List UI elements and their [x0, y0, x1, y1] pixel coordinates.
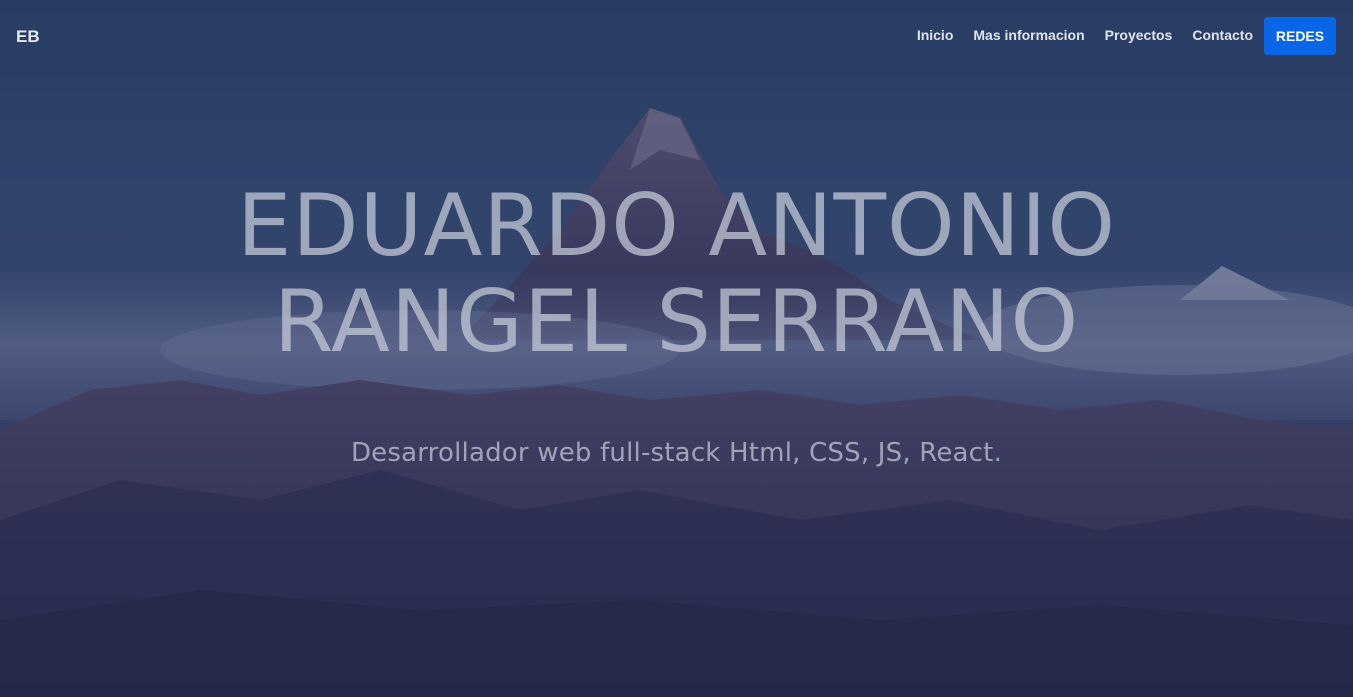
hero-title: EDUARDO ANTONIO RANGEL SERRANO [0, 178, 1353, 370]
navbar: EB Inicio Mas informacion Proyectos Cont… [0, 0, 1353, 72]
hero-section: EB Inicio Mas informacion Proyectos Cont… [0, 0, 1353, 697]
hero-title-line-2: RANGEL SERRANO [273, 272, 1080, 372]
nav-link-mas-informacion[interactable]: Mas informacion [973, 27, 1084, 43]
nav-link-inicio[interactable]: Inicio [917, 27, 954, 43]
nav-link-proyectos[interactable]: Proyectos [1105, 27, 1173, 43]
hero-subtitle: Desarrollador web full-stack Html, CSS, … [350, 438, 1003, 468]
nav-link-contacto[interactable]: Contacto [1192, 27, 1253, 43]
hero-title-line-1: EDUARDO ANTONIO [236, 176, 1117, 276]
nav-links: Inicio Mas informacion Proyectos Contact… [917, 27, 1253, 43]
brand-logo[interactable]: EB [16, 27, 40, 47]
redes-button[interactable]: REDES [1264, 17, 1336, 55]
